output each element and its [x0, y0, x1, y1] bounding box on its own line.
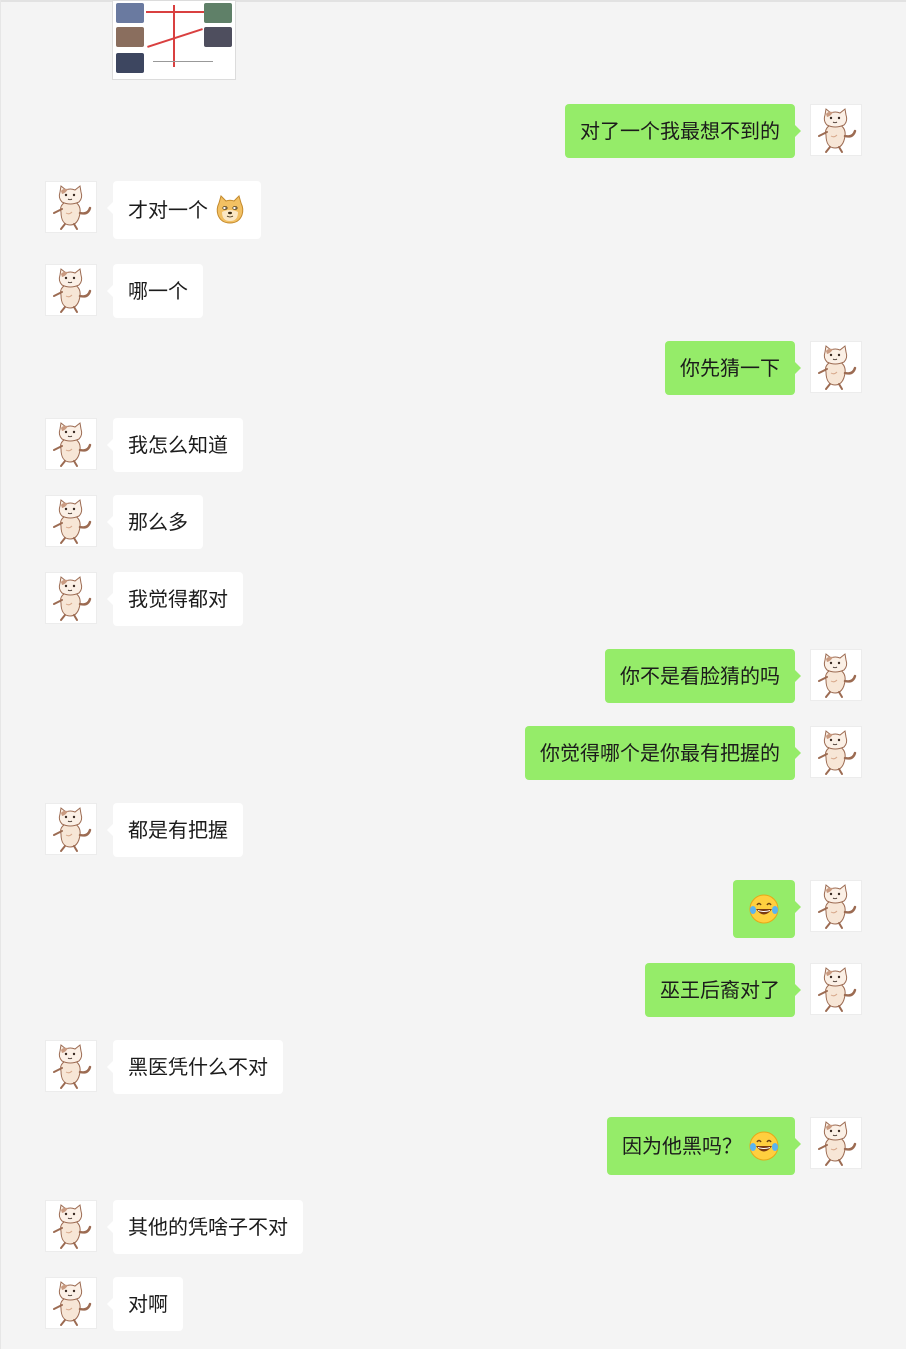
cat-avatar-icon	[811, 105, 861, 155]
message-text: 都是有把握	[128, 818, 228, 842]
cat-avatar-icon	[46, 804, 96, 854]
contact-avatar[interactable]	[45, 181, 97, 233]
cat-avatar-icon	[811, 1118, 861, 1168]
cat-avatar-icon	[811, 650, 861, 700]
contact-avatar[interactable]	[45, 1040, 97, 1092]
message-text: 那么多	[128, 510, 188, 534]
message-text: 你觉得哪个是你最有把握的	[540, 741, 780, 765]
message-bubble[interactable]: 哪一个	[107, 264, 203, 318]
message-text: 你先猜一下	[680, 356, 780, 380]
cat-avatar-icon	[811, 881, 861, 931]
message-bubble[interactable]: 巫王后裔对了	[645, 963, 801, 1017]
message-text: 对了一个我最想不到的	[580, 119, 780, 143]
message-bubble[interactable]: 其他的凭啥子不对	[107, 1200, 303, 1254]
message-text: 我觉得都对	[128, 587, 228, 611]
contact-avatar[interactable]	[45, 803, 97, 855]
message-bubble[interactable]: 都是有把握	[107, 803, 243, 857]
character-thumb	[116, 53, 144, 73]
contact-avatar[interactable]	[45, 418, 97, 470]
cat-avatar-icon	[46, 419, 96, 469]
message-bubble[interactable]: 我怎么知道	[107, 418, 243, 472]
doge-emoji-icon	[214, 194, 246, 226]
message-text: 黑医凭什么不对	[128, 1055, 268, 1079]
self-avatar[interactable]	[810, 341, 862, 393]
cat-avatar-icon	[46, 1201, 96, 1251]
self-avatar[interactable]	[810, 880, 862, 932]
message-bubble[interactable]: 我觉得都对	[107, 572, 243, 626]
message-text: 因为他黑吗？	[622, 1134, 742, 1158]
message-bubble[interactable]	[733, 880, 801, 938]
message-bubble[interactable]: 对了一个我最想不到的	[565, 104, 801, 158]
character-thumb	[116, 27, 144, 47]
contact-avatar[interactable]	[45, 495, 97, 547]
cat-avatar-icon	[46, 573, 96, 623]
cat-avatar-icon	[46, 182, 96, 232]
cat-avatar-icon	[811, 727, 861, 777]
message-text: 你不是看脸猜的吗	[620, 664, 780, 688]
cat-avatar-icon	[811, 964, 861, 1014]
cat-avatar-icon	[46, 265, 96, 315]
cat-avatar-icon	[46, 1041, 96, 1091]
contact-avatar[interactable]	[45, 1277, 97, 1329]
message-bubble[interactable]: 黑医凭什么不对	[107, 1040, 283, 1094]
self-avatar[interactable]	[810, 649, 862, 701]
message-bubble[interactable]: 对啊	[107, 1277, 183, 1331]
message-bubble[interactable]: 你觉得哪个是你最有把握的	[525, 726, 801, 780]
message-text: 对啊	[128, 1292, 168, 1316]
self-avatar[interactable]	[810, 1117, 862, 1169]
contact-avatar[interactable]	[45, 572, 97, 624]
cat-avatar-icon	[811, 342, 861, 392]
message-text: 哪一个	[128, 279, 188, 303]
tears-of-joy-emoji-icon	[748, 893, 780, 925]
self-avatar[interactable]	[810, 104, 862, 156]
message-bubble[interactable]: 那么多	[107, 495, 203, 549]
contact-avatar[interactable]	[45, 264, 97, 316]
message-bubble[interactable]: 因为他黑吗？	[607, 1117, 801, 1175]
cat-avatar-icon	[46, 496, 96, 546]
cat-avatar-icon	[46, 1278, 96, 1328]
message-text: 才对一个	[128, 198, 208, 222]
shared-image-thumbnail[interactable]	[112, 0, 236, 80]
tears-of-joy-emoji-glyph	[748, 893, 780, 925]
contact-avatar[interactable]	[45, 1200, 97, 1252]
character-thumb	[204, 27, 232, 47]
character-thumb	[204, 3, 232, 23]
self-avatar[interactable]	[810, 726, 862, 778]
doge-emoji-glyph	[214, 194, 246, 226]
message-bubble[interactable]: 才对一个	[107, 181, 261, 239]
tears-of-joy-emoji-icon	[748, 1130, 780, 1162]
left-border	[0, 0, 1, 1349]
message-text: 我怎么知道	[128, 433, 228, 457]
character-thumb	[116, 3, 144, 23]
message-bubble[interactable]: 你先猜一下	[665, 341, 801, 395]
message-text: 其他的凭啥子不对	[128, 1215, 288, 1239]
message-text: 巫王后裔对了	[660, 978, 780, 1002]
tears-of-joy-emoji-glyph	[748, 1130, 780, 1162]
message-bubble[interactable]: 你不是看脸猜的吗	[605, 649, 801, 703]
self-avatar[interactable]	[810, 963, 862, 1015]
